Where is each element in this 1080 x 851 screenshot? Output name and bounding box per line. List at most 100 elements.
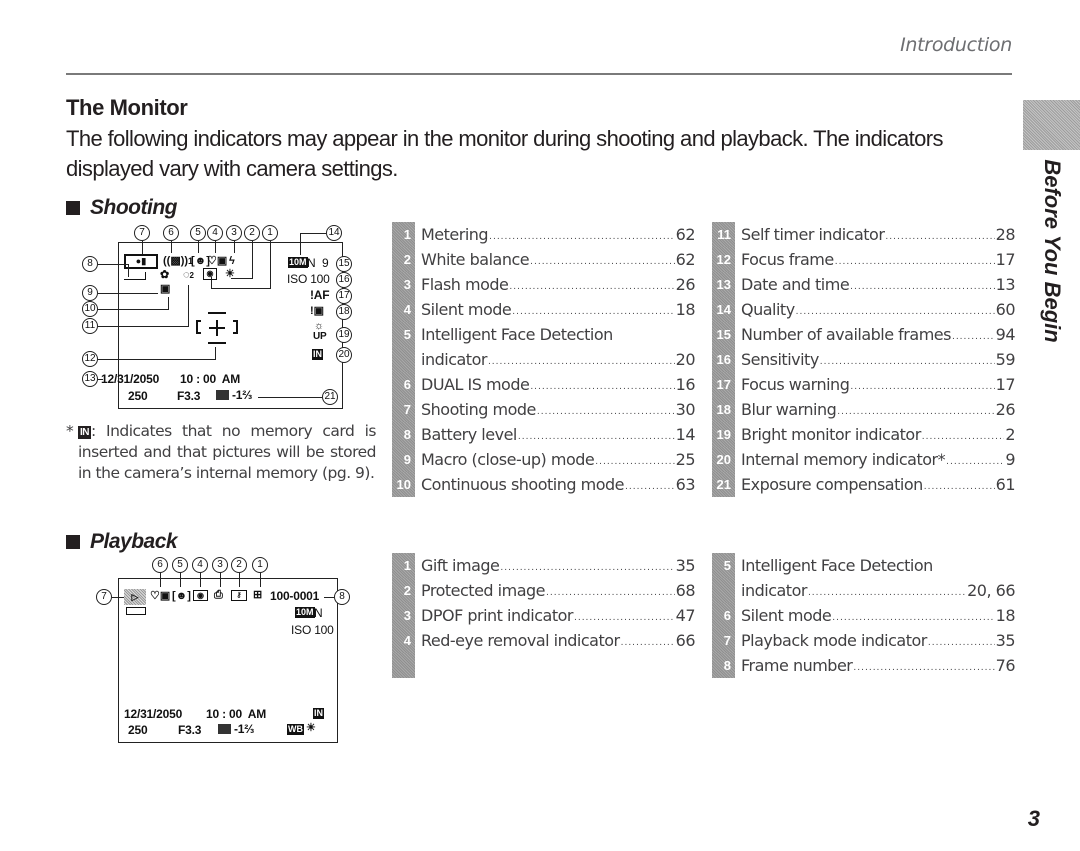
leader-line <box>200 573 202 587</box>
index-number: 14 <box>712 297 735 322</box>
index-number <box>712 578 735 603</box>
index-label: Metering <box>421 225 489 244</box>
index-page-ref: 62 <box>675 250 695 269</box>
index-entry: Silent mode 18 <box>741 603 1015 628</box>
shooting-index-right: 11Self timer indicator2812Focus frame171… <box>712 222 1015 497</box>
callout-7: 7 <box>96 589 112 605</box>
leader-line <box>112 597 124 599</box>
index-row: 21 Exposure compensation 61 <box>712 472 1015 497</box>
leader-dots <box>837 407 994 417</box>
index-label: Frame number <box>741 656 853 675</box>
index-label: Battery level <box>421 425 517 444</box>
date-readout: 12/31/2050 <box>124 707 183 721</box>
index-entry: Internal memory indicator* 9 <box>741 447 1015 472</box>
index-entry: Shooting mode 30 <box>421 397 695 422</box>
index-row: 20 Internal memory indicator* 9 <box>712 447 1015 472</box>
index-number <box>392 653 415 678</box>
index-row: 18 Blur warning 26 <box>712 397 1015 422</box>
index-label: Date and time <box>741 275 850 294</box>
leader-dots <box>489 232 675 242</box>
index-label: Number of available frames <box>741 325 951 344</box>
index-label: Continuous shooting mode <box>421 475 624 494</box>
callout-4: 4 <box>192 557 208 573</box>
index-number: 15 <box>712 322 735 347</box>
callout-3: 3 <box>212 557 228 573</box>
gift-icon: ⊞ <box>253 589 263 601</box>
index-number: 17 <box>712 372 735 397</box>
shutter-readout: 250 <box>128 723 148 737</box>
callout-5: 5 <box>172 557 188 573</box>
leader-dots <box>850 282 994 292</box>
index-page-ref: 26 <box>995 400 1015 419</box>
index-page-ref: 59 <box>995 350 1015 369</box>
index-label: indicator <box>421 350 487 369</box>
index-number: 18 <box>712 397 735 422</box>
index-number: 1 <box>392 222 415 247</box>
index-entry: indicator 20, 66 <box>741 578 1015 603</box>
index-entry: indicator 20 <box>421 347 695 372</box>
index-number: 3 <box>392 603 415 628</box>
index-entry: Flash mode 26 <box>421 272 695 297</box>
index-label: Blur warning <box>741 400 837 419</box>
index-row: 6 Silent mode 18 <box>712 603 1015 628</box>
index-entry: Bright monitor indicator 2 <box>741 422 1015 447</box>
index-page-ref: 20, 66 <box>967 581 1015 600</box>
leader-dots <box>928 638 995 648</box>
leader-dots <box>808 588 966 598</box>
leader-dots <box>853 663 994 673</box>
index-number: 6 <box>712 603 735 628</box>
index-label: Quality <box>741 300 795 319</box>
index-entry: Sensitivity 59 <box>741 347 1015 372</box>
playback-index-left: 1Gift image352Protected image683DPOF pri… <box>392 553 695 678</box>
index-label: Playback mode indicator <box>741 631 927 650</box>
index-label: DPOF print indicator <box>421 606 573 625</box>
index-page-ref: 60 <box>995 300 1015 319</box>
leader-dots <box>796 307 995 317</box>
index-row: 1 Metering 62 <box>392 222 695 247</box>
index-entry: Continuous shooting mode 63 <box>421 472 695 497</box>
index-row: 6 DUAL IS mode 16 <box>392 372 695 397</box>
index-label: Intelligent Face Detection <box>421 325 613 344</box>
index-row: 2 White balance 62 <box>392 247 695 272</box>
callout-8: 8 <box>334 589 350 605</box>
quality-badge: 10M <box>295 607 315 618</box>
index-page-ref: 9 <box>1005 450 1015 469</box>
index-label: Internal memory indicator* <box>741 450 946 469</box>
index-number: 2 <box>392 247 415 272</box>
page-number: 3 <box>1027 806 1040 831</box>
running-head: Introduction <box>900 34 1012 56</box>
index-label: Exposure compensation <box>741 475 923 494</box>
index-entry: Blur warning 26 <box>741 397 1015 422</box>
playback-monitor-diagram: 6 5 4 3 2 1 7 ▷ ♡▣ [☻] ◉ ⎙ ⚷ ⊞ 100-0001 … <box>0 0 380 760</box>
index-label: Red-eye removal indicator <box>421 631 620 650</box>
index-number: 4 <box>392 628 415 653</box>
index-row <box>392 653 695 678</box>
index-entry: Frame number 76 <box>741 653 1015 678</box>
index-label: Focus warning <box>741 375 850 394</box>
index-row: 3 Flash mode 26 <box>392 272 695 297</box>
white-balance-icon: ☀︎ <box>306 722 316 734</box>
index-row: 5 Intelligent Face Detection <box>392 322 695 347</box>
red-eye-icon: ◉ <box>193 590 208 601</box>
leader-line <box>160 573 162 587</box>
index-row: 7 Playback mode indicator 35 <box>712 628 1015 653</box>
index-number: 11 <box>712 222 735 247</box>
leader-dots <box>512 307 674 317</box>
index-page-ref: 25 <box>675 450 695 469</box>
index-entry: DUAL IS mode 16 <box>421 372 695 397</box>
playback-index-right: 5 Intelligent Face Detection indicator 20, … <box>712 553 1015 678</box>
index-label: Macro (close-up) mode <box>421 450 595 469</box>
leader-line <box>324 597 334 599</box>
index-label: Focus frame <box>741 250 834 269</box>
leader-dots <box>500 563 674 573</box>
index-row: 10 Continuous shooting mode 63 <box>392 472 695 497</box>
index-entry: Number of available frames 94 <box>741 322 1015 347</box>
index-row: 14 Quality 60 <box>712 297 1015 322</box>
leader-dots <box>509 282 674 292</box>
index-number: 21 <box>712 472 735 497</box>
index-row: 2 Protected image 68 <box>392 578 695 603</box>
index-row: 19 Bright monitor indicator 2 <box>712 422 1015 447</box>
index-number: 19 <box>712 422 735 447</box>
index-entry: Battery level 14 <box>421 422 695 447</box>
index-page-ref: 17 <box>995 250 1015 269</box>
